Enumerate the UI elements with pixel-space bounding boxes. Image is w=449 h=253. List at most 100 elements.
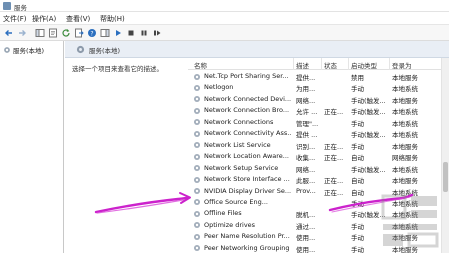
console-tree-icon[interactable]	[34, 28, 45, 38]
tree-item-services-local[interactable]: 服务(本地)	[3, 44, 61, 55]
service-description: 此服...	[296, 177, 316, 186]
toolbar: ?	[0, 24, 449, 41]
help-icon[interactable]: ?	[86, 28, 97, 38]
table-row[interactable]: Network Connections 管理"... 手动 本地系统	[188, 117, 449, 128]
table-row[interactable]: Network Connection Bro... 允许 ... 正在... 手动(触…	[188, 105, 449, 116]
properties-icon[interactable]	[47, 28, 58, 38]
service-startup-type: 手动(触发...	[351, 131, 386, 140]
back-arrow-icon[interactable]	[3, 28, 14, 38]
service-name: Network Setup Service	[204, 163, 279, 172]
export-list-icon[interactable]	[73, 28, 84, 38]
service-name: Network Location Aware...	[204, 152, 289, 161]
svg-text:?: ?	[90, 30, 93, 37]
service-name: Offline Files	[204, 209, 242, 218]
service-logon-as: 本地服务	[392, 96, 418, 105]
show-hide-icon[interactable]	[99, 28, 110, 38]
column-logon-as[interactable]: 登录为	[392, 60, 412, 70]
column-name[interactable]: 名称	[194, 60, 207, 70]
services-header: 服务(本地)	[65, 41, 449, 58]
table-row[interactable]: Optimize drives 通过... 手动 本地系统	[188, 220, 449, 231]
service-gear-icon	[193, 142, 201, 149]
stop-icon[interactable]	[125, 28, 136, 38]
column-description[interactable]: 描述	[296, 60, 309, 70]
menu-file[interactable]: 文件(F)	[3, 14, 27, 24]
gear-icon	[4, 46, 10, 53]
service-status: 正在...	[324, 177, 344, 186]
service-name: Network List Service	[204, 140, 271, 149]
service-startup-type: 手动	[351, 222, 364, 231]
refresh-icon[interactable]	[60, 28, 71, 38]
service-startup-type: 手动	[351, 119, 364, 128]
service-logon-as: 本地系统	[392, 188, 418, 197]
table-row[interactable]: Office Source Eng... 手动 本地系统	[188, 197, 449, 208]
service-logon-as: 本地系统	[392, 199, 418, 208]
pause-icon[interactable]	[138, 28, 149, 38]
service-gear-icon	[193, 233, 201, 240]
menu-view[interactable]: 查看(V)	[66, 14, 90, 24]
service-gear-icon	[193, 153, 201, 160]
service-logon-as: 本地系统	[392, 165, 418, 174]
service-description: 提供...	[296, 74, 316, 82]
tree-item-label: 服务(本地)	[13, 46, 45, 55]
service-logon-as: 本地系统	[392, 222, 418, 231]
service-startup-type: 自动	[351, 154, 364, 163]
service-gear-icon	[193, 187, 201, 195]
service-status: 正在...	[324, 188, 344, 197]
title-bar: 服务	[0, 0, 449, 12]
table-row[interactable]: Network Location Aware... 收集... 正在... 自动 网络服…	[188, 151, 449, 162]
table-row[interactable]: Network Setup Service 网络... 手动(触发... 本地系统	[188, 163, 449, 174]
service-startup-type: 手动	[351, 245, 364, 253]
service-gear-icon	[193, 176, 201, 183]
service-description: 为用...	[296, 85, 316, 94]
start-icon[interactable]	[112, 28, 123, 38]
restart-icon[interactable]	[151, 28, 162, 38]
menu-action[interactable]: 操作(A)	[32, 14, 56, 24]
service-description: 提供 ...	[296, 131, 318, 140]
scrollbar-thumb[interactable]	[443, 162, 448, 192]
service-status: 正在...	[324, 154, 344, 163]
service-startup-type: 自动	[351, 188, 364, 197]
gear-icon	[76, 45, 85, 54]
service-description: Prov...	[296, 186, 316, 195]
service-startup-type: 手动(触发...	[351, 108, 386, 117]
service-description: 允许 ...	[296, 108, 318, 117]
table-row[interactable]: NVIDIA Display Driver Se... Prov... 正在... 自…	[188, 186, 449, 197]
menu-bar: 文件(F) 操作(A) 查看(V) 帮助(H)	[0, 12, 449, 24]
column-status[interactable]: 状态	[324, 60, 337, 70]
window-title: 服务	[14, 4, 27, 12]
table-row[interactable]: Peer Name Resolution Pr... 使用... 手动 本地服务	[188, 231, 449, 242]
service-name: NVIDIA Display Driver Se...	[204, 186, 292, 195]
table-row[interactable]: Network Connected Devi... 网络... 手动(触发... 本地…	[188, 94, 449, 105]
service-gear-icon	[193, 96, 201, 103]
service-name: Optimize drives	[204, 220, 256, 229]
table-row[interactable]: Offline Files 脱机... 手动(触发... 本地系统	[188, 208, 449, 219]
service-gear-icon	[193, 245, 201, 252]
page-title: 服务(本地)	[89, 47, 121, 55]
service-name: Netlogon	[204, 83, 234, 92]
forward-arrow-icon[interactable]	[16, 28, 27, 38]
table-row[interactable]: Netlogon 为用... 手动 本地系统	[188, 82, 449, 93]
table-row[interactable]: Net.Tcp Port Sharing Ser... 提供... 禁用 本地服务	[188, 71, 449, 82]
table-row[interactable]: Network Store Interface ... 此服... 正在... 自动 本…	[188, 174, 449, 185]
service-name: Peer Name Resolution Pr...	[204, 232, 290, 241]
service-logon-as: 本地服务	[392, 245, 418, 253]
column-header-row: 名称 描述 状态 启动类型 登录为	[188, 58, 449, 70]
column-startup-type[interactable]: 启动类型	[351, 60, 377, 70]
service-name: Network Connected Devi...	[204, 94, 292, 103]
service-startup-type: 手动(触发...	[351, 211, 386, 220]
service-gear-icon	[193, 84, 201, 91]
service-gear-icon	[193, 107, 201, 114]
service-logon-as: 本地服务	[392, 234, 418, 243]
service-status: 正在...	[324, 108, 344, 117]
service-name: Net.Tcp Port Sharing Ser...	[204, 72, 289, 80]
service-startup-type: 手动	[351, 142, 364, 151]
vertical-scrollbar[interactable]	[441, 58, 449, 253]
table-row[interactable]: Network List Service 识别... 正在... 手动 本地服务	[188, 140, 449, 151]
menu-help[interactable]: 帮助(H)	[100, 14, 125, 24]
service-logon-as: 本地服务	[392, 142, 418, 151]
service-gear-icon	[193, 199, 201, 206]
table-row[interactable]: Peer Networking Grouping 使用... 手动 本地服务	[188, 243, 449, 253]
console-tree: 服务(本地)	[0, 41, 64, 253]
service-description: 使用...	[296, 245, 316, 253]
table-row[interactable]: Network Connectivity Ass... 提供 ... 手动(触发..…	[188, 128, 449, 139]
